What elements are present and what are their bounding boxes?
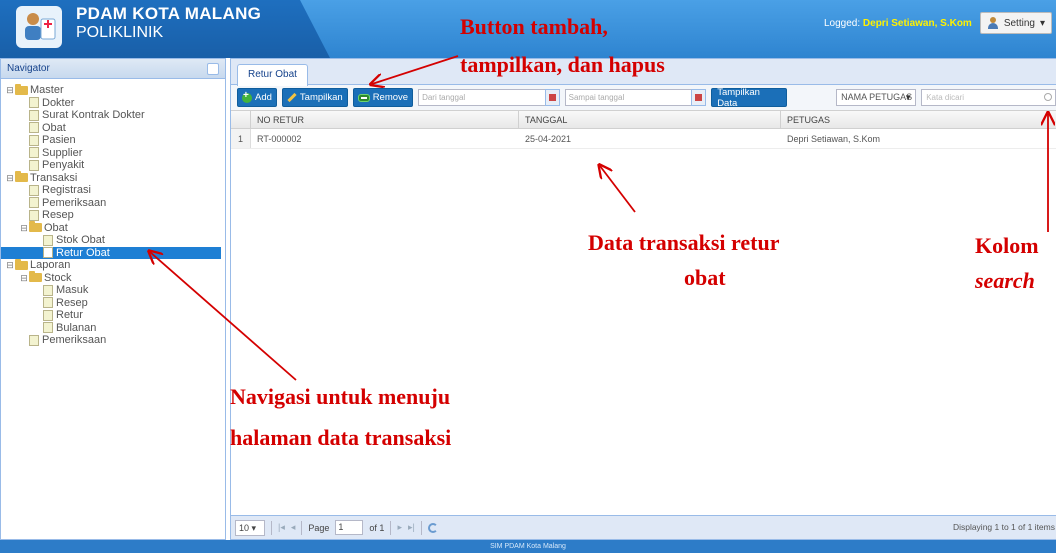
arrow-to-navigation <box>150 252 297 381</box>
arrow-to-data <box>600 166 636 213</box>
annotation-arrows <box>0 55 1056 381</box>
arrow-to-buttons <box>372 55 459 84</box>
